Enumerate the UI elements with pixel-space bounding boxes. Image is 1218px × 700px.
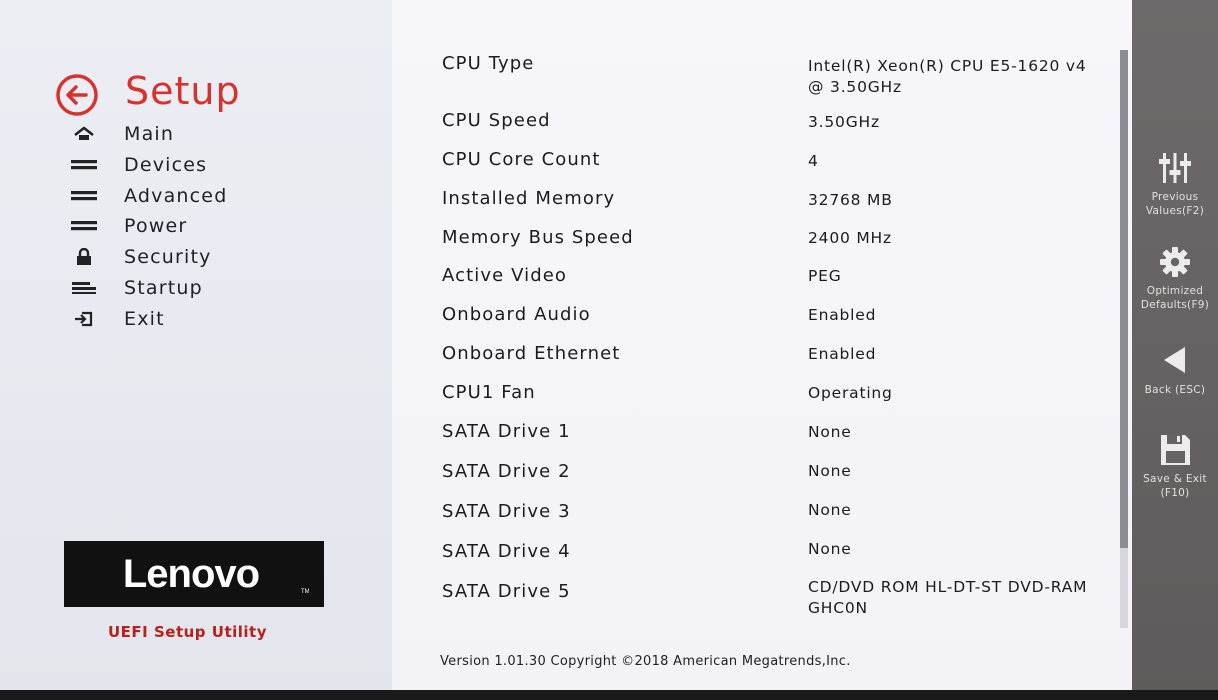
sidebar-item-startup[interactable]: Startup (68, 275, 328, 301)
gear-icon (1160, 247, 1190, 277)
info-value-onboard-ethernet: Enabled (808, 345, 877, 363)
info-label-cpu-speed: CPU Speed (442, 110, 551, 131)
sidebar-item-label: Startup (124, 277, 203, 299)
utility-name: UEFI Setup Utility (108, 623, 267, 641)
info-value-cpu1-fan: Operating (808, 384, 893, 402)
fkey-label: Previous Values(F2) (1145, 191, 1205, 217)
sidebar-item-security[interactable]: Security (68, 244, 328, 270)
sliders-icon (1159, 153, 1191, 183)
info-value-onboard-audio: Enabled (808, 306, 877, 324)
info-label-sata-drive-1: SATA Drive 1 (442, 421, 571, 442)
info-label-installed-memory: Installed Memory (442, 188, 616, 209)
sidebar-item-advanced[interactable]: Advanced (68, 183, 328, 209)
bios-screen: Setup Main Devices Advanced Power Securi… (0, 0, 1218, 700)
sidebar-item-label: Advanced (124, 185, 228, 207)
optimized-defaults-button[interactable]: Optimized Defaults(F9) (1132, 244, 1218, 312)
scrollbar[interactable] (1120, 50, 1128, 628)
info-label-onboard-audio: Onboard Audio (442, 304, 591, 325)
info-label-sata-drive-4: SATA Drive 4 (442, 541, 571, 562)
fkey-label: Back (ESC) (1144, 384, 1206, 396)
lenovo-wordmark: Lenovo TM (123, 552, 309, 596)
info-value-sata-drive-1: None (808, 423, 852, 441)
back-esc-button[interactable]: Back (ESC) (1132, 343, 1218, 397)
function-key-panel: Previous Values(F2) Optimized Defaults(F… (1132, 0, 1218, 700)
exit-icon (68, 308, 100, 330)
info-value-cpu-core-count: 4 (808, 152, 819, 170)
info-label-cpu-type: CPU Type (442, 53, 535, 74)
sidebar-item-label: Devices (124, 154, 208, 176)
info-value-sata-drive-5: CD/DVD ROM HL-DT-ST DVD-RAM GHC0N (808, 578, 1088, 617)
info-label-active-video: Active Video (442, 265, 568, 286)
info-value-cpu-speed: 3.50GHz (808, 113, 880, 131)
info-value-cpu-type: Intel(R) Xeon(R) CPU E5-1620 v4 @ 3.50GH… (808, 57, 1087, 96)
previous-values-button[interactable]: Previous Values(F2) (1132, 150, 1218, 218)
bars-icon (68, 215, 100, 237)
info-value-sata-drive-2: None (808, 462, 852, 480)
save-icon (1161, 435, 1190, 465)
setup-title: Setup (125, 69, 241, 113)
info-label-cpu-core-count: CPU Core Count (442, 149, 601, 170)
system-info-panel: CPU Type Intel(R) Xeon(R) CPU E5-1620 v4… (392, 0, 1132, 700)
info-label-sata-drive-2: SATA Drive 2 (442, 461, 571, 482)
sidebar-item-power[interactable]: Power (68, 213, 328, 239)
svg-text:Lenovo: Lenovo (123, 552, 259, 596)
info-value-sata-drive-3: None (808, 501, 852, 519)
sidebar-item-devices[interactable]: Devices (68, 152, 328, 178)
lenovo-logo: Lenovo TM (64, 541, 324, 607)
bars-icon (68, 154, 100, 176)
lock-icon (68, 246, 100, 268)
info-label-memory-bus-speed: Memory Bus Speed (442, 227, 634, 248)
sidebar-item-label: Exit (124, 308, 165, 330)
info-value-memory-bus-speed: 2400 MHz (808, 229, 892, 247)
sidebar-item-label: Security (124, 246, 212, 268)
back-circle-icon[interactable] (55, 73, 99, 117)
info-value-installed-memory: 32768 MB (808, 191, 893, 209)
svg-text:TM: TM (301, 589, 309, 595)
back-arrow-icon (1164, 347, 1185, 373)
bars-icon (68, 185, 100, 207)
sidebar-item-main[interactable]: Main (68, 121, 328, 147)
info-label-cpu1-fan: CPU1 Fan (442, 382, 536, 403)
home-icon (68, 123, 100, 145)
sidebar: Setup Main Devices Advanced Power Securi… (0, 0, 392, 700)
fkey-label: Save & Exit (F10) (1143, 473, 1207, 499)
sidebar-item-exit[interactable]: Exit (68, 306, 328, 332)
monitor-bezel (0, 690, 1218, 700)
sidebar-item-label: Power (124, 215, 188, 237)
fkey-label: Optimized Defaults(F9) (1140, 285, 1210, 311)
save-exit-button[interactable]: Save & Exit (F10) (1132, 432, 1218, 500)
info-value-sata-drive-4: None (808, 540, 852, 558)
info-value-active-video: PEG (808, 267, 842, 285)
scrollbar-thumb[interactable] (1120, 50, 1128, 548)
info-label-sata-drive-5: SATA Drive 5 (442, 581, 571, 602)
info-label-sata-drive-3: SATA Drive 3 (442, 501, 571, 522)
version-copyright: Version 1.01.30 Copyright ©2018 American… (440, 654, 851, 669)
startup-icon (68, 277, 100, 299)
sidebar-item-label: Main (124, 123, 175, 145)
info-label-onboard-ethernet: Onboard Ethernet (442, 343, 621, 364)
